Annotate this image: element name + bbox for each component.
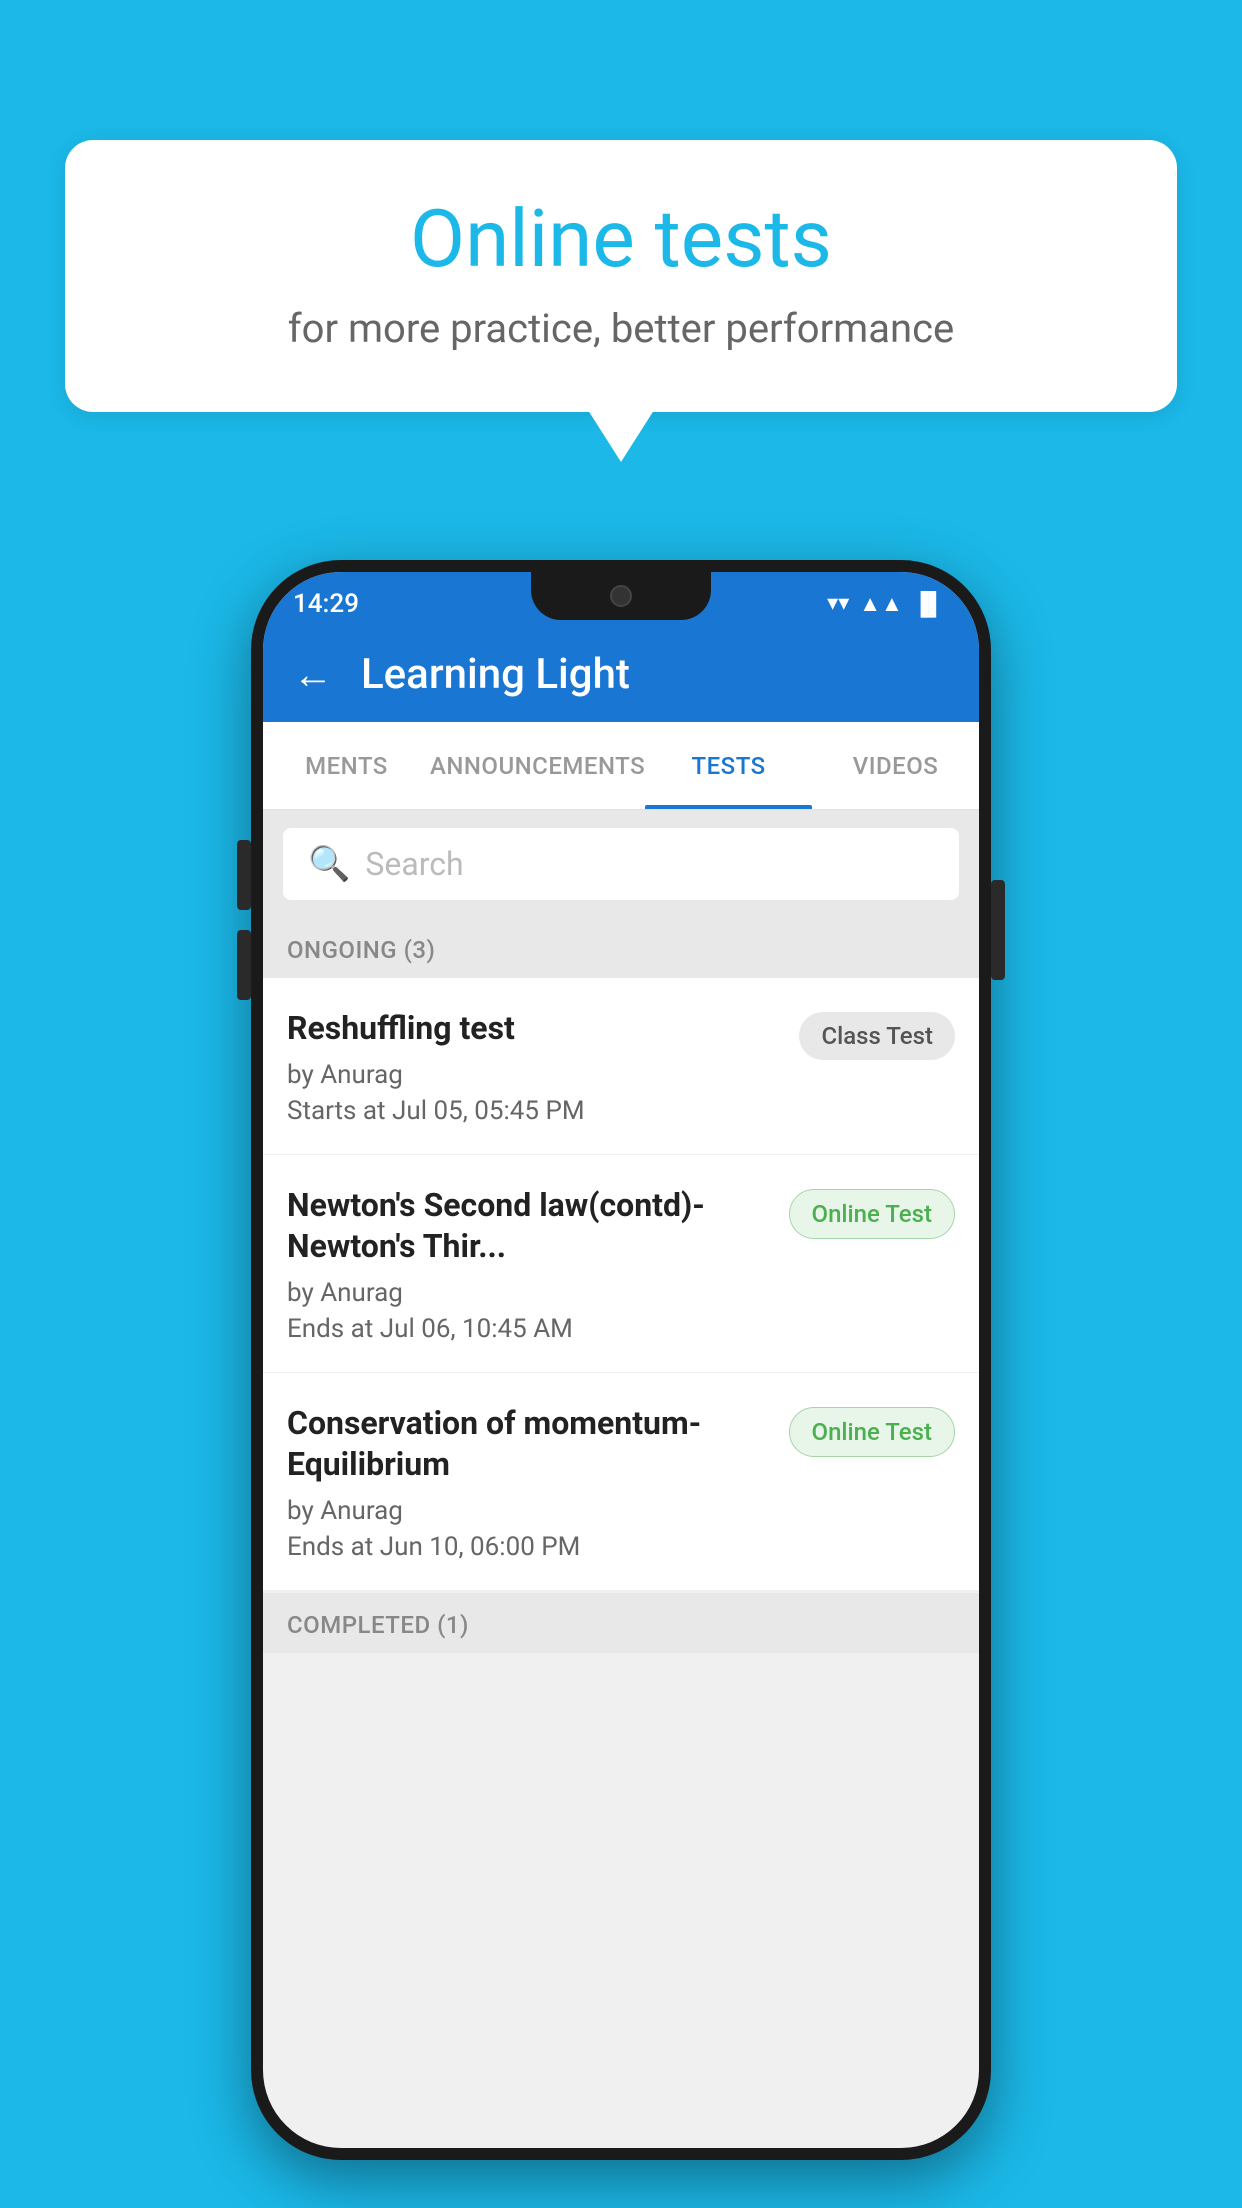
camera: [610, 585, 632, 607]
ongoing-section-header: ONGOING (3): [263, 918, 979, 978]
power-button[interactable]: [991, 880, 1005, 980]
test-badge-3: Online Test: [789, 1407, 955, 1457]
tab-videos[interactable]: VIDEOS: [812, 722, 979, 809]
test-author-2: by Anurag: [287, 1278, 773, 1308]
speech-bubble-container: Online tests for more practice, better p…: [65, 140, 1177, 412]
speech-bubble: Online tests for more practice, better p…: [65, 140, 1177, 412]
status-icons: ▾▾ ▲▲ ▐▌: [827, 591, 944, 617]
test-list: Reshuffling test by Anurag Starts at Jul…: [263, 978, 979, 1591]
test-item-1[interactable]: Reshuffling test by Anurag Starts at Jul…: [263, 978, 979, 1155]
test-info-1: Reshuffling test by Anurag Starts at Jul…: [287, 1008, 783, 1126]
signal-icon: ▲▲: [859, 591, 903, 617]
search-placeholder: Search: [365, 845, 463, 883]
test-name-3: Conservation of momentum-Equilibrium: [287, 1403, 773, 1486]
test-author-3: by Anurag: [287, 1496, 773, 1526]
test-info-3: Conservation of momentum-Equilibrium by …: [287, 1403, 773, 1562]
search-input[interactable]: 🔍 Search: [283, 828, 959, 900]
tab-tests[interactable]: TESTS: [645, 722, 812, 809]
ongoing-label: ONGOING (3): [287, 936, 435, 964]
completed-section-header: COMPLETED (1): [263, 1593, 979, 1653]
search-icon: 🔍: [308, 844, 350, 884]
tab-ments[interactable]: MENTS: [263, 722, 430, 809]
test-time-3: Ends at Jun 10, 06:00 PM: [287, 1532, 773, 1562]
tab-announcements[interactable]: ANNOUNCEMENTS: [430, 722, 645, 809]
status-time: 14:29: [293, 589, 359, 619]
bubble-subtitle: for more practice, better performance: [125, 305, 1117, 352]
bubble-title: Online tests: [125, 195, 1117, 283]
test-name-2: Newton's Second law(contd)-Newton's Thir…: [287, 1185, 773, 1268]
phone-screen: 14:29 ▾▾ ▲▲ ▐▌ ← Learning Light MENTS AN…: [263, 572, 979, 2148]
volume-up-button[interactable]: [237, 840, 251, 910]
app-bar: ← Learning Light: [263, 627, 979, 722]
test-item-2[interactable]: Newton's Second law(contd)-Newton's Thir…: [263, 1155, 979, 1373]
wifi-icon: ▾▾: [827, 591, 849, 616]
phone-frame: 14:29 ▾▾ ▲▲ ▐▌ ← Learning Light MENTS AN…: [251, 560, 991, 2160]
test-badge-2: Online Test: [789, 1189, 955, 1239]
notch: [531, 572, 711, 620]
app-bar-title: Learning Light: [361, 650, 630, 699]
completed-label: COMPLETED (1): [287, 1611, 469, 1639]
test-author-1: by Anurag: [287, 1060, 783, 1090]
test-item-3[interactable]: Conservation of momentum-Equilibrium by …: [263, 1373, 979, 1591]
test-name-1: Reshuffling test: [287, 1008, 783, 1050]
tab-bar: MENTS ANNOUNCEMENTS TESTS VIDEOS: [263, 722, 979, 810]
battery-icon: ▐▌: [913, 591, 944, 617]
volume-down-button[interactable]: [237, 930, 251, 1000]
test-badge-1: Class Test: [799, 1012, 955, 1060]
test-time-2: Ends at Jul 06, 10:45 AM: [287, 1314, 773, 1344]
test-info-2: Newton's Second law(contd)-Newton's Thir…: [287, 1185, 773, 1344]
search-container: 🔍 Search: [263, 810, 979, 918]
test-time-1: Starts at Jul 05, 05:45 PM: [287, 1096, 783, 1126]
back-button[interactable]: ←: [293, 651, 333, 698]
